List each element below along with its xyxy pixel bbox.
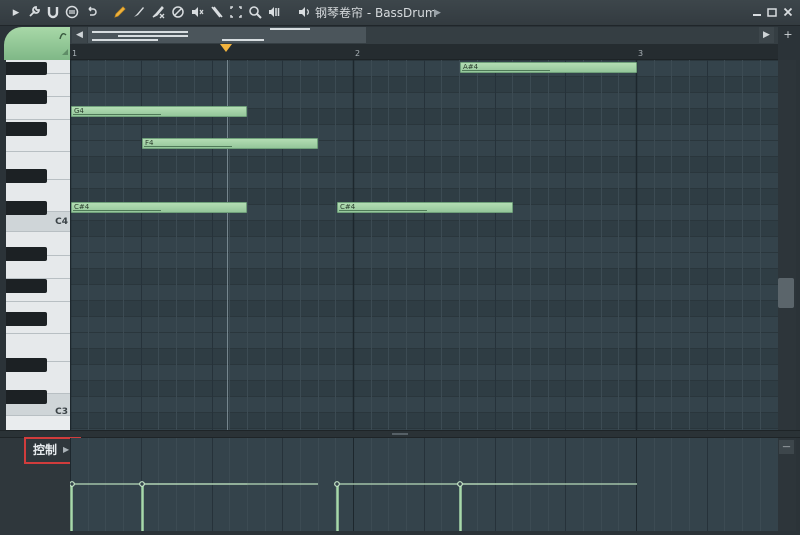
note-g4[interactable]: G4 <box>71 106 247 117</box>
note-velocity-bar <box>339 210 427 211</box>
playback-icon[interactable] <box>266 5 282 21</box>
note-velocity-bar <box>462 70 550 71</box>
title-bar: ▸ 钢琴卷帘 - BassDrum ▶ <box>0 0 800 26</box>
black-key[interactable] <box>6 169 47 183</box>
vertical-scroll-thumb[interactable] <box>778 278 794 308</box>
overview-note <box>92 31 188 33</box>
bar-number: 1 <box>72 49 78 58</box>
black-key[interactable] <box>6 312 47 326</box>
wrench-icon[interactable] <box>26 5 42 21</box>
bar-number: 3 <box>638 49 644 58</box>
piano-keyboard[interactable]: C4 C3 <box>6 60 70 430</box>
window-title: 钢琴卷帘 - BassDrum <box>315 6 437 20</box>
black-key[interactable] <box>6 279 47 293</box>
scroll-right-button[interactable]: ▶ <box>759 27 774 43</box>
octave-label-c4: C4 <box>55 217 68 227</box>
splitter-grip[interactable] <box>392 433 408 435</box>
overview-note <box>222 39 264 41</box>
delete-icon[interactable] <box>150 5 166 21</box>
pencil-icon[interactable] <box>112 5 128 21</box>
triangle-right-icon[interactable]: ▶ <box>434 5 441 21</box>
black-key[interactable] <box>6 122 47 136</box>
playhead-marker[interactable] <box>220 44 232 52</box>
note-velocity-bar <box>144 146 232 147</box>
event-editor-grid[interactable] <box>70 438 778 531</box>
note-c-sharp-4[interactable]: C#4 <box>337 202 513 213</box>
octave-label-c3: C3 <box>55 407 68 417</box>
speaker-mute-icon[interactable] <box>189 5 205 21</box>
zoom-icon[interactable] <box>247 5 263 21</box>
event-lines <box>70 438 761 531</box>
note-grid[interactable]: A#4 G4 F4 C#4 C#4 <box>70 60 778 430</box>
bar-number: 2 <box>355 49 361 58</box>
plus-icon[interactable]: + <box>781 27 795 43</box>
note-a-sharp-4[interactable]: A#4 <box>460 62 637 73</box>
note-velocity-bar <box>73 210 161 211</box>
overview-note <box>270 28 310 30</box>
piano-roll-window: ▸ 钢琴卷帘 - BassDrum ▶ ◀ ▶ + 1 2 3 C4 C3 A#… <box>0 0 800 535</box>
magnet-icon[interactable] <box>45 5 61 21</box>
speaker-icon[interactable] <box>296 5 312 21</box>
timeline-ruler[interactable]: 1 2 3 <box>70 44 778 60</box>
control-selector-label[interactable]: 控制 <box>33 442 57 458</box>
tool-corner-panel[interactable] <box>4 27 70 60</box>
black-key[interactable] <box>6 390 47 404</box>
close-icon[interactable] <box>781 6 795 20</box>
overview-note <box>92 39 158 41</box>
undo-icon[interactable] <box>84 5 100 21</box>
play-arrow-icon[interactable]: ▸ <box>8 5 24 21</box>
horizontal-scroll-thumb[interactable] <box>88 27 366 43</box>
collapse-icon[interactable]: — <box>779 440 794 454</box>
black-key[interactable] <box>6 62 47 75</box>
black-key[interactable] <box>6 247 47 261</box>
black-key[interactable] <box>6 358 47 372</box>
note-velocity-bar <box>73 114 161 115</box>
minimize-icon[interactable] <box>750 6 764 20</box>
black-key[interactable] <box>6 90 47 104</box>
stamp-icon[interactable] <box>64 5 80 21</box>
triangle-right-icon[interactable]: ▶ <box>63 445 69 455</box>
note-f4[interactable]: F4 <box>142 138 318 149</box>
select-icon[interactable] <box>228 5 244 21</box>
mute-icon[interactable] <box>170 5 186 21</box>
slice-icon[interactable] <box>208 5 224 21</box>
note-c-sharp-4[interactable]: C#4 <box>71 202 247 213</box>
brush-icon[interactable] <box>131 5 147 21</box>
overview-note <box>118 35 188 37</box>
black-key[interactable] <box>6 201 47 215</box>
vertical-scrollbar[interactable] <box>778 60 796 430</box>
maximize-icon[interactable] <box>765 6 779 20</box>
scroll-left-button[interactable]: ◀ <box>72 27 87 43</box>
